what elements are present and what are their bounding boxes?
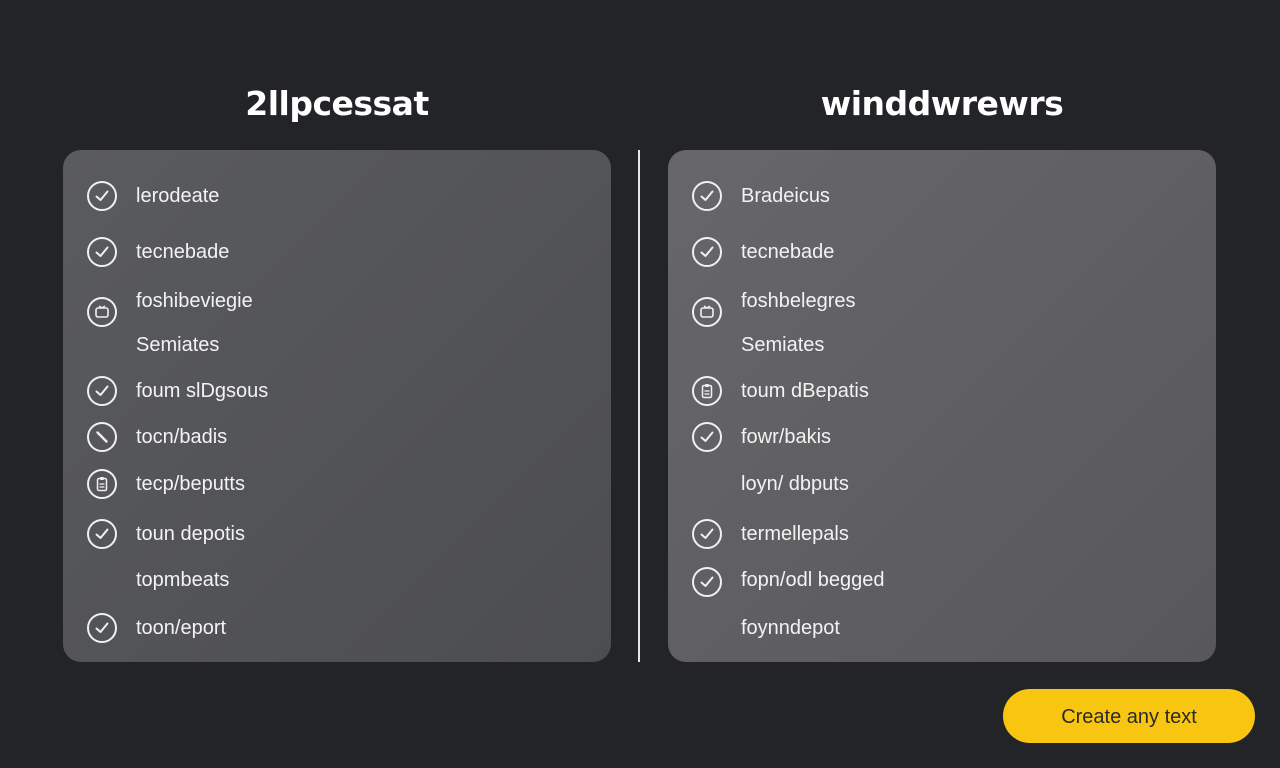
list-item[interactable]: foynndepot (668, 612, 1216, 648)
tv-icon (692, 297, 722, 327)
list-item-label: fopn/odl begged (741, 569, 885, 591)
right-column-title: winddwrewrs (820, 84, 1064, 123)
list-item-label: Semiates (136, 334, 220, 356)
list-item[interactable]: tecnebade (63, 236, 611, 272)
list-item-label: tecp/beputts (136, 473, 245, 495)
list-item-label: toun depotis (136, 523, 245, 545)
check-icon (87, 181, 117, 211)
list-item[interactable]: fowr/bakis (668, 421, 1216, 457)
list-item[interactable]: toon/eport (63, 612, 611, 648)
check-icon (692, 237, 722, 267)
pen-icon (87, 422, 117, 452)
list-item[interactable]: tocn/badis (63, 421, 611, 457)
list-item-label: topmbeats (136, 569, 230, 591)
list-item-label: foynndepot (741, 617, 840, 639)
list-item[interactable]: foum slDgsous (63, 375, 611, 411)
list-item[interactable]: foshbelegres (668, 285, 1216, 327)
check-icon (87, 519, 117, 549)
clipboard-icon (692, 376, 722, 406)
list-item[interactable]: foshibeviegie (63, 285, 611, 327)
list-item-label: termellepals (741, 523, 849, 545)
list-item[interactable]: tecp/beputts (63, 468, 611, 504)
check-icon (692, 181, 722, 211)
list-item-label: foum slDgsous (136, 380, 269, 402)
tv-icon (87, 297, 117, 327)
list-item[interactable]: termellepals (668, 518, 1216, 554)
list-item[interactable]: loyn/ dbputs (668, 468, 1216, 504)
list-item-label: Bradeicus (741, 185, 830, 207)
list-item[interactable]: tecnebade (668, 236, 1216, 272)
column-divider (638, 150, 640, 662)
list-item-label: lerodeate (136, 185, 220, 207)
check-icon (692, 422, 722, 452)
check-icon (692, 567, 722, 597)
list-item-label: toum dBepatis (741, 380, 869, 402)
list-item-label: tocn/badis (136, 426, 228, 448)
list-item-label: foshibeviegie (136, 290, 253, 312)
create-text-button[interactable]: Create any text (1003, 689, 1255, 743)
list-item-label: fowr/bakis (741, 426, 832, 448)
list-item[interactable]: fopn/odl begged (668, 564, 1216, 600)
left-column-title: 2llpcessat (245, 84, 429, 123)
list-item-label: loyn/ dbputs (741, 473, 849, 495)
check-icon (692, 519, 722, 549)
list-item[interactable]: toun depotis (63, 518, 611, 554)
list-item-label: Semiates (741, 334, 825, 356)
list-item-label: tecnebade (136, 241, 230, 263)
check-icon (87, 376, 117, 406)
list-item[interactable]: lerodeate (63, 180, 611, 216)
list-item-label: foshbelegres (741, 290, 856, 312)
right-list-panel: Bradeicus tecnebade foshbelegres Semiate… (668, 150, 1216, 662)
list-item[interactable]: topmbeats (63, 564, 611, 600)
list-item-label: tecnebade (741, 241, 835, 263)
check-icon (87, 237, 117, 267)
list-item[interactable]: Semiates (668, 329, 1216, 365)
clipboard-icon (87, 469, 117, 499)
list-item[interactable]: toum dBepatis (668, 375, 1216, 411)
list-item[interactable]: Bradeicus (668, 180, 1216, 216)
left-list-panel: lerodeate tecnebade foshibeviegie Semiat… (63, 150, 611, 662)
check-icon (87, 613, 117, 643)
list-item[interactable]: Semiates (63, 329, 611, 365)
list-item-label: toon/eport (136, 617, 227, 639)
